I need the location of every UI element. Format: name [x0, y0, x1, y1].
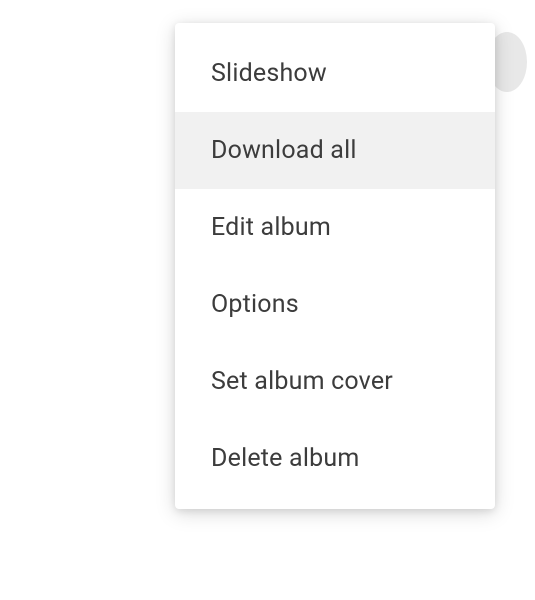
menu-item-edit-album[interactable]: Edit album: [175, 189, 495, 266]
menu-item-options[interactable]: Options: [175, 266, 495, 343]
menu-item-delete-album[interactable]: Delete album: [175, 420, 495, 497]
context-menu: Slideshow Download all Edit album Option…: [175, 23, 495, 509]
menu-item-download-all[interactable]: Download all: [175, 112, 495, 189]
menu-item-set-album-cover[interactable]: Set album cover: [175, 343, 495, 420]
menu-item-slideshow[interactable]: Slideshow: [175, 35, 495, 112]
